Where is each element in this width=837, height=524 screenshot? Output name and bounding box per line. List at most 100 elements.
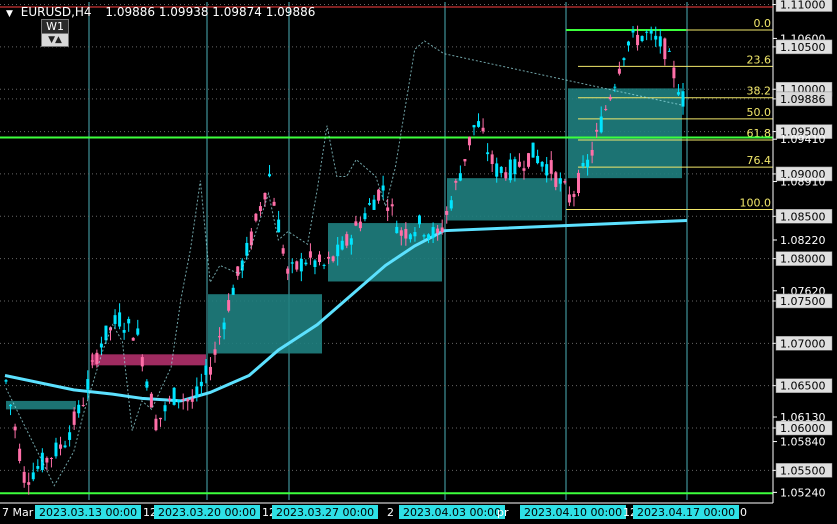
candle-body	[504, 172, 508, 179]
candle-body	[363, 213, 367, 220]
price-label: 1.09886	[780, 93, 826, 106]
candle-body	[554, 172, 558, 187]
candle-body	[636, 34, 640, 46]
price-label: 1.05840	[780, 436, 826, 449]
demand-zone	[6, 400, 76, 410]
candle-body	[390, 204, 394, 207]
ohlc-values: 1.09886 1.09938 1.09874 1.09886	[105, 5, 316, 19]
candle-body	[186, 399, 190, 402]
candle-body	[472, 125, 476, 128]
candle-body	[263, 192, 267, 200]
candle-body	[436, 228, 440, 234]
candle-body	[513, 159, 517, 175]
fib-label: 38.2	[747, 85, 772, 98]
candle-body	[549, 160, 553, 174]
price-label: 1.05240	[780, 486, 826, 499]
candle-body	[299, 258, 303, 272]
candle-body	[617, 68, 621, 74]
date-label: 2023.04.10 00:00	[524, 506, 622, 519]
candle-body	[145, 381, 149, 388]
candle-body	[467, 136, 471, 146]
candle-body	[72, 411, 76, 425]
candle-body	[654, 35, 658, 40]
candle-body	[676, 92, 680, 95]
period-switch[interactable]: W1 ▼▲	[38, 19, 70, 47]
candle-body	[236, 266, 240, 276]
symbol-label: EURUSD,H4	[20, 5, 92, 19]
time-axis: 7 Mar 2023.03.13 00:00 12 2023.03.20 00:00 1…	[0, 502, 773, 519]
candle-body	[613, 86, 617, 88]
candle-body	[631, 30, 635, 33]
candle-body	[131, 337, 135, 341]
candle-body	[386, 207, 390, 211]
collapse-arrow-icon[interactable]: ▼	[6, 9, 13, 19]
candle-body	[595, 129, 599, 132]
candle-body	[181, 398, 185, 401]
candle-body	[290, 262, 294, 264]
candle-body	[77, 404, 81, 414]
candle-body	[599, 116, 603, 133]
candle-body	[81, 405, 85, 407]
candle-body	[372, 199, 376, 210]
period-button[interactable]: W1	[41, 19, 69, 34]
price-label: 1.09410	[780, 133, 826, 146]
candle-body	[258, 206, 262, 212]
candle-body	[404, 228, 408, 239]
candle-body	[563, 181, 567, 183]
candle-body	[495, 163, 499, 177]
candle-body	[31, 472, 35, 480]
date-label: 2023.04.03 00:00	[403, 506, 501, 519]
candle-body	[295, 261, 299, 270]
candle-body	[322, 264, 326, 266]
candle-body	[18, 448, 22, 461]
candle-body	[304, 262, 308, 265]
price-label: 1.10500	[780, 41, 826, 54]
candle-body	[545, 164, 549, 176]
time-label: 0	[740, 506, 747, 519]
candle-body	[454, 180, 458, 183]
candle-body	[118, 312, 122, 327]
candle-body	[399, 230, 403, 236]
candle-body	[349, 238, 353, 245]
candle-body	[318, 254, 322, 262]
demand-zone	[328, 223, 442, 282]
up-down-arrows-icon[interactable]: ▼▲	[41, 33, 69, 47]
candle-body	[640, 36, 644, 41]
candle-body	[449, 200, 453, 209]
candle-body	[268, 174, 272, 177]
price-label: 1.11000	[780, 0, 826, 12]
candle-body	[608, 96, 612, 100]
candle-body	[199, 381, 203, 387]
fib-label: 76.4	[747, 154, 772, 167]
candle-body	[622, 58, 626, 61]
date-label: 2023.04.17 00:00	[637, 506, 735, 519]
candle-body	[154, 418, 158, 431]
candle-body	[254, 213, 258, 221]
candle-body	[95, 352, 99, 365]
candle-body	[463, 158, 467, 162]
supply-zone	[91, 354, 206, 366]
candle-body	[536, 155, 540, 164]
candle-body	[681, 91, 685, 107]
candle-body	[245, 242, 249, 256]
candle-body	[381, 185, 385, 191]
candle-body	[177, 399, 181, 403]
candle-body	[477, 121, 481, 127]
candle-body	[540, 161, 544, 167]
candle-body	[22, 471, 26, 483]
candle-body	[517, 161, 521, 167]
candle-body	[377, 189, 381, 201]
price-chart[interactable]: 0.023.638.250.061.876.4100.0 1.110001.10…	[0, 0, 837, 524]
price-label: 1.08000	[780, 253, 826, 266]
candle-body	[68, 432, 72, 440]
candle-body	[367, 203, 371, 205]
candle-body	[231, 287, 235, 295]
candle-body	[163, 405, 167, 412]
time-label: 7 Mar	[2, 506, 34, 519]
candle-body	[499, 166, 503, 173]
candle-body	[204, 365, 208, 375]
price-label: 1.08500	[780, 210, 826, 223]
candle-body	[149, 393, 153, 408]
candle-body	[104, 325, 108, 341]
date-label: 2023.03.27 00:00	[276, 506, 374, 519]
